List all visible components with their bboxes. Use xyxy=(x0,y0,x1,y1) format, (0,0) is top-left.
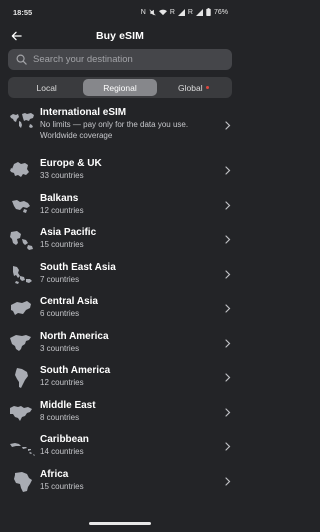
region-name: Balkans xyxy=(40,192,79,204)
mute-icon xyxy=(149,8,156,16)
tab-regional[interactable]: Regional xyxy=(83,79,157,96)
region-country-count: 7 countries xyxy=(40,274,80,284)
south-east-asia-map-icon xyxy=(13,265,32,284)
list-item-europe[interactable]: Europe & UK 33 countries xyxy=(0,155,240,190)
chevron-right-icon xyxy=(225,304,231,313)
signal-icon xyxy=(177,8,185,16)
region-country-count: 3 countries xyxy=(40,343,80,353)
region-name: South East Asia xyxy=(40,261,116,273)
roaming-icon-2: R xyxy=(187,8,193,16)
chevron-right-icon xyxy=(225,442,231,451)
chevron-right-icon xyxy=(225,121,231,130)
list-item-north-america[interactable]: North America 3 countries xyxy=(0,328,240,363)
region-type-tabs: Local Regional Global xyxy=(8,77,232,98)
region-name: Africa xyxy=(40,468,69,480)
chevron-right-icon xyxy=(225,269,231,279)
north-america-map-icon xyxy=(10,334,31,351)
region-name: Middle East xyxy=(40,399,96,411)
chevron-right-icon xyxy=(225,166,231,175)
search-placeholder: Search your destination xyxy=(33,54,133,65)
region-country-count: 15 countries xyxy=(40,481,84,491)
region-country-count: 8 countries xyxy=(40,412,80,422)
list-item-africa[interactable]: Africa 15 countries xyxy=(0,466,240,501)
region-country-count: 6 countries xyxy=(40,309,80,318)
region-description: No limits — pay only for the data you us… xyxy=(40,120,189,129)
list-item-south-america[interactable]: South America 12 countries xyxy=(0,362,240,397)
chevron-right-icon xyxy=(225,476,231,486)
back-button[interactable] xyxy=(8,28,24,44)
chevron-right-icon xyxy=(225,235,231,244)
middle-east-map-icon xyxy=(10,405,32,421)
region-country-count: 14 countries xyxy=(40,447,84,456)
region-country-count: 12 countries xyxy=(40,205,84,215)
status-icons: N R R 76% xyxy=(141,8,228,16)
signal-icon-2 xyxy=(195,8,203,16)
status-time: 18:55 xyxy=(13,7,33,17)
region-coverage: Worldwide coverage xyxy=(40,131,113,140)
list-item-caribbean[interactable]: Caribbean 14 countries xyxy=(0,431,240,466)
list-item-asia-pacific[interactable]: Asia Pacific 15 countries xyxy=(0,224,240,259)
central-asia-map-icon xyxy=(11,301,31,315)
roaming-icon: R xyxy=(169,8,175,16)
tab-global-label: Global xyxy=(178,82,203,93)
status-bar: 18:55 N R R 76% xyxy=(0,0,240,24)
region-name: International eSIM xyxy=(40,107,127,118)
list-item-international[interactable]: International eSIM No limits — pay only … xyxy=(0,104,240,155)
region-country-count: 15 countries xyxy=(40,240,84,249)
page-title: Buy eSIM xyxy=(95,30,145,42)
battery-level: 76% xyxy=(213,8,228,16)
tab-global[interactable]: Global xyxy=(157,79,230,96)
region-name: South America xyxy=(40,365,111,376)
gesture-home-bar[interactable] xyxy=(89,522,151,525)
chevron-right-icon xyxy=(225,338,231,348)
chevron-right-icon xyxy=(225,373,231,382)
chevron-right-icon xyxy=(225,200,231,210)
balkans-map-icon xyxy=(12,199,30,213)
tab-regional-label: Regional xyxy=(103,82,137,93)
region-country-count: 12 countries xyxy=(40,378,84,387)
region-name: Asia Pacific xyxy=(40,227,97,238)
list-item-central-asia[interactable]: Central Asia 6 countries xyxy=(0,293,240,328)
asia-pacific-map-icon xyxy=(10,231,33,250)
world-map-icon xyxy=(10,113,34,128)
nfc-icon: N xyxy=(140,8,146,16)
region-name: Caribbean xyxy=(40,434,89,445)
region-name: Europe & UK xyxy=(40,158,102,169)
south-america-map-icon xyxy=(15,368,28,388)
region-name: North America xyxy=(40,330,109,342)
tab-local[interactable]: Local xyxy=(10,79,83,96)
top-app-bar: Buy eSIM xyxy=(0,24,240,48)
search-input[interactable]: Search your destination xyxy=(8,49,232,70)
list-item-balkans[interactable]: Balkans 12 countries xyxy=(0,190,240,225)
europe-map-icon xyxy=(10,162,29,177)
arrow-left-icon xyxy=(11,31,22,41)
list-item-south-east-asia[interactable]: South East Asia 7 countries xyxy=(0,259,240,294)
wifi-icon xyxy=(158,9,167,15)
region-country-count: 33 countries xyxy=(40,171,84,180)
battery-icon xyxy=(206,8,211,16)
africa-map-icon xyxy=(14,471,32,492)
region-name: Central Asia xyxy=(40,296,98,307)
region-list: International eSIM No limits — pay only … xyxy=(0,104,240,500)
list-item-middle-east[interactable]: Middle East 8 countries xyxy=(0,397,240,432)
tab-local-label: Local xyxy=(36,82,57,93)
chevron-right-icon xyxy=(225,407,231,417)
new-indicator-dot xyxy=(205,86,209,89)
search-icon xyxy=(16,54,27,65)
caribbean-map-icon xyxy=(10,443,35,456)
